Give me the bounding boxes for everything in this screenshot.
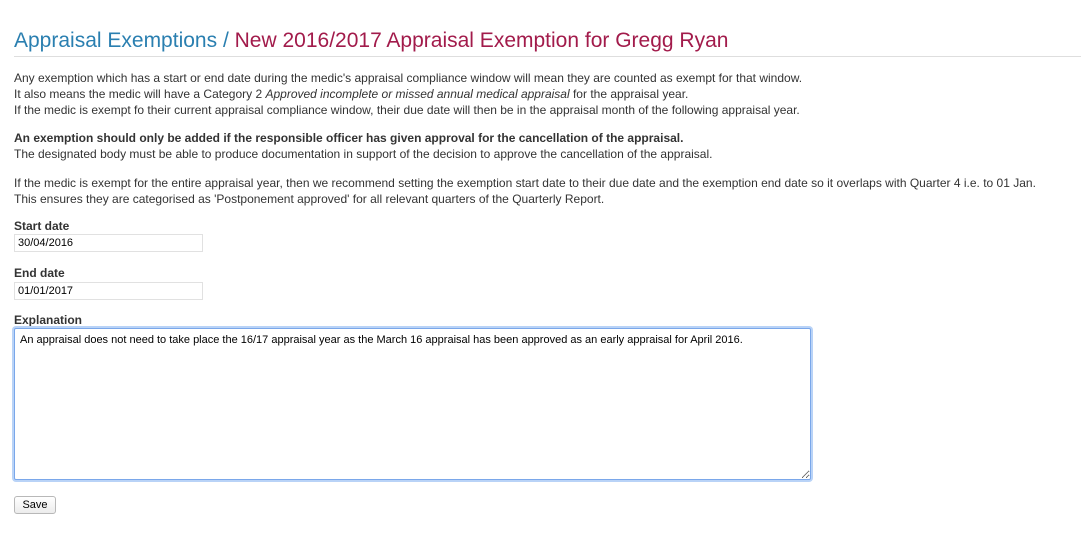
approval-warning: An exemption should only be added if the… <box>14 130 1074 162</box>
breadcrumb-separator: / <box>222 29 229 52</box>
breadcrumb-appraisal-exemptions-link[interactable]: Appraisal Exemptions <box>14 29 217 52</box>
start-date-input[interactable] <box>14 234 203 252</box>
category-2-name: Approved incomplete or missed annual med… <box>265 87 570 101</box>
intro-line-2: It also means the medic will have a Cate… <box>14 86 1074 102</box>
page: Appraisal Exemptions / New 2016/2017 App… <box>0 0 1081 543</box>
explanation-textarea[interactable]: An appraisal does not need to take place… <box>14 328 811 480</box>
intro-line-1: Any exemption which has a start or end d… <box>14 71 803 85</box>
save-button[interactable]: Save <box>14 496 56 514</box>
approval-warning-bold: An exemption should only be added if the… <box>14 131 684 145</box>
recommendation-text: If the medic is exempt for the entire ap… <box>14 175 1074 207</box>
intro-line-2-suffix: for the appraisal year. <box>569 87 689 101</box>
breadcrumb-current: New 2016/2017 Appraisal Exemption for Gr… <box>234 29 729 52</box>
title-divider <box>14 56 1081 57</box>
recommendation-line-2: This ensures they are categorised as 'Po… <box>14 192 605 206</box>
recommendation-line-1: If the medic is exempt for the entire ap… <box>14 176 1036 190</box>
start-date-label: Start date <box>14 219 70 233</box>
intro-text: Any exemption which has a start or end d… <box>14 70 1074 118</box>
end-date-label: End date <box>14 266 65 280</box>
explanation-label: Explanation <box>14 313 83 327</box>
intro-line-2-prefix: It also means the medic will have a Cate… <box>14 87 266 101</box>
approval-warning-line-2: The designated body must be able to prod… <box>14 147 713 161</box>
page-title: Appraisal Exemptions / New 2016/2017 App… <box>14 28 728 54</box>
intro-line-3: If the medic is exempt fo their current … <box>14 103 800 117</box>
end-date-input[interactable] <box>14 282 203 300</box>
